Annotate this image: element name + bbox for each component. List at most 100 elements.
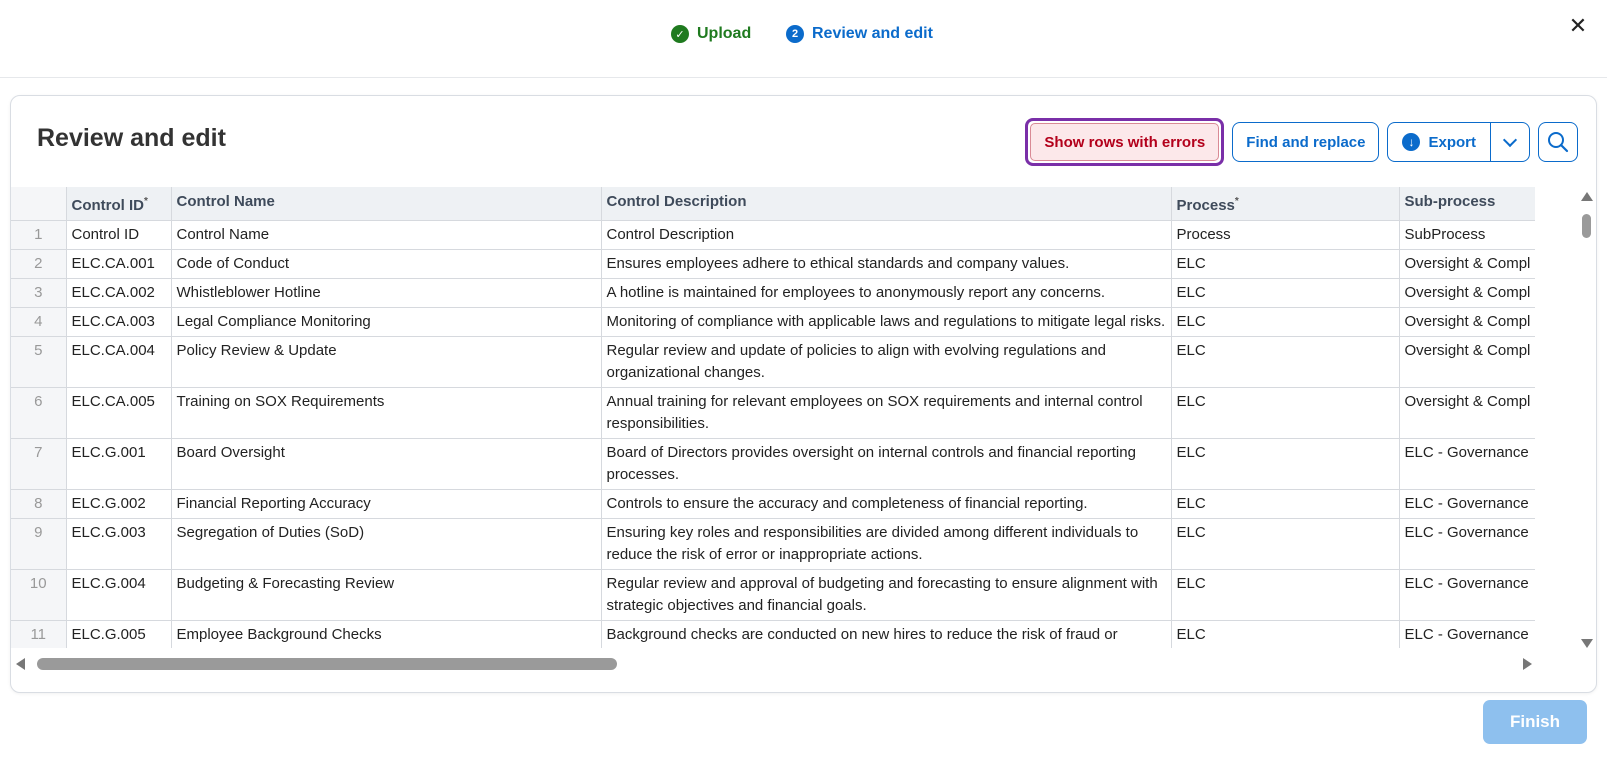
cell-control-id[interactable]: ELC.CA.003 — [66, 307, 172, 337]
stepper-header: ✓ Upload 2 Review and edit ✕ — [0, 0, 1607, 78]
cell-control-description[interactable]: Board of Directors provides oversight on… — [601, 438, 1172, 490]
cell-control-id[interactable]: ELC.G.003 — [66, 518, 172, 570]
cell-process[interactable]: ELC — [1171, 620, 1400, 648]
cell-sub-process[interactable]: Oversight & Compl — [1399, 278, 1535, 308]
find-and-replace-button[interactable]: Find and replace — [1232, 122, 1380, 162]
close-icon[interactable]: ✕ — [1568, 15, 1588, 37]
cell-process[interactable]: ELC — [1171, 336, 1400, 388]
column-header[interactable]: Control Description — [601, 187, 1172, 221]
cell-control-description[interactable]: Regular review and approval of budgeting… — [601, 569, 1172, 621]
scroll-left-icon[interactable] — [16, 658, 25, 670]
table-row[interactable]: 4 ELC.CA.003 Legal Compliance Monitoring Mo… — [11, 307, 1535, 337]
export-button[interactable]: ↓ Export — [1388, 123, 1490, 161]
cell-sub-process[interactable]: ELC - Governance — [1399, 438, 1535, 490]
column-header[interactable]: Process* — [1171, 187, 1400, 221]
cell-sub-process[interactable]: SubProcess — [1399, 220, 1535, 250]
table-row[interactable]: 5 ELC.CA.004 Policy Review & Update Regular… — [11, 336, 1535, 388]
table-row[interactable]: 8 ELC.G.002 Financial Reporting Accuracy Co… — [11, 489, 1535, 519]
cell-control-description[interactable]: Control Description — [601, 220, 1172, 250]
cell-control-description[interactable]: Monitoring of compliance with applicable… — [601, 307, 1172, 337]
cell-control-name[interactable]: Financial Reporting Accuracy — [171, 489, 602, 519]
cell-control-id[interactable]: ELC.G.004 — [66, 569, 172, 621]
cell-control-name[interactable]: Budgeting & Forecasting Review — [171, 569, 602, 621]
row-number: 11 — [11, 620, 67, 648]
toolbar: Show rows with errors Find and replace ↓… — [1025, 118, 1578, 166]
cell-sub-process[interactable]: ELC - Governance — [1399, 518, 1535, 570]
scroll-right-icon[interactable] — [1523, 658, 1532, 670]
cell-sub-process[interactable]: Oversight & Compl — [1399, 249, 1535, 279]
cell-process[interactable]: ELC — [1171, 518, 1400, 570]
table-row[interactable]: 7 ELC.G.001 Board Oversight Board of Direct… — [11, 438, 1535, 490]
chevron-down-icon — [1502, 132, 1518, 147]
cell-control-name[interactable]: Training on SOX Requirements — [171, 387, 602, 439]
export-label: Export — [1428, 133, 1476, 151]
cell-process[interactable]: ELC — [1171, 249, 1400, 279]
cell-control-name[interactable]: Segregation of Duties (SoD) — [171, 518, 602, 570]
data-grid: Control ID* Control Name Control Descrip… — [11, 187, 1535, 648]
step-upload[interactable]: ✓ Upload — [671, 25, 751, 43]
column-header[interactable]: Control Name — [171, 187, 602, 221]
cell-control-name[interactable]: Control Name — [171, 220, 602, 250]
header-row: Control ID* Control Name Control Descrip… — [11, 187, 1535, 221]
table-row[interactable]: 10 ELC.G.004 Budgeting & Forecasting Revie… — [11, 569, 1535, 621]
scroll-thumb[interactable] — [37, 658, 617, 670]
cell-sub-process[interactable]: Oversight & Compl — [1399, 336, 1535, 388]
cell-control-description[interactable]: Ensures employees adhere to ethical stan… — [601, 249, 1172, 279]
cell-sub-process[interactable]: ELC - Governance — [1399, 569, 1535, 621]
column-header[interactable]: Control ID* — [66, 187, 172, 221]
finish-button[interactable]: Finish — [1483, 700, 1587, 744]
search-button[interactable] — [1538, 122, 1578, 162]
row-number-header — [11, 187, 67, 221]
cell-control-name[interactable]: Legal Compliance Monitoring — [171, 307, 602, 337]
cell-control-description[interactable]: Annual training for relevant employees o… — [601, 387, 1172, 439]
scroll-down-icon[interactable] — [1581, 639, 1593, 648]
cell-sub-process[interactable]: ELC - Governance — [1399, 620, 1535, 648]
cell-control-description[interactable]: Controls to ensure the accuracy and comp… — [601, 489, 1172, 519]
cell-process[interactable]: ELC — [1171, 387, 1400, 439]
cell-sub-process[interactable]: ELC - Governance — [1399, 489, 1535, 519]
cell-control-name[interactable]: Whistleblower Hotline — [171, 278, 602, 308]
cell-control-name[interactable]: Code of Conduct — [171, 249, 602, 279]
cell-control-id[interactable]: ELC.CA.005 — [66, 387, 172, 439]
table-row[interactable]: 1 Control ID Control Name Control Descripti… — [11, 220, 1535, 250]
row-number: 7 — [11, 438, 67, 490]
cell-control-description[interactable]: A hotline is maintained for employees to… — [601, 278, 1172, 308]
cell-control-description[interactable]: Regular review and update of policies to… — [601, 336, 1172, 388]
cell-control-name[interactable]: Employee Background Checks — [171, 620, 602, 648]
vertical-scrollbar[interactable] — [1579, 192, 1593, 648]
cell-control-id[interactable]: ELC.CA.004 — [66, 336, 172, 388]
cell-process[interactable]: ELC — [1171, 569, 1400, 621]
cell-sub-process[interactable]: Oversight & Compl — [1399, 387, 1535, 439]
cell-process[interactable]: ELC — [1171, 438, 1400, 490]
export-dropdown-button[interactable] — [1490, 123, 1529, 161]
search-icon — [1548, 132, 1569, 153]
cell-process[interactable]: ELC — [1171, 307, 1400, 337]
export-split-button: ↓ Export — [1387, 122, 1530, 162]
cell-control-description[interactable]: Background checks are conducted on new h… — [601, 620, 1172, 648]
table-row[interactable]: 2 ELC.CA.001 Code of Conduct Ensures employ… — [11, 249, 1535, 279]
horizontal-scrollbar[interactable] — [11, 652, 1535, 676]
cell-control-name[interactable]: Board Oversight — [171, 438, 602, 490]
scroll-up-icon[interactable] — [1581, 192, 1593, 201]
step-review-and-edit[interactable]: 2 Review and edit — [786, 25, 933, 43]
cell-process[interactable]: ELC — [1171, 278, 1400, 308]
table-row[interactable]: 11 ELC.G.005 Employee Background Checks Bac… — [11, 620, 1535, 648]
show-rows-with-errors-button[interactable]: Show rows with errors — [1030, 123, 1220, 161]
cell-process[interactable]: ELC — [1171, 489, 1400, 519]
cell-sub-process[interactable]: Oversight & Compl — [1399, 307, 1535, 337]
cell-control-description[interactable]: Ensuring key roles and responsibilities … — [601, 518, 1172, 570]
table-row[interactable]: 3 ELC.CA.002 Whistleblower Hotline A hotlin… — [11, 278, 1535, 308]
cell-process[interactable]: Process — [1171, 220, 1400, 250]
cell-control-id[interactable]: ELC.G.001 — [66, 438, 172, 490]
row-number: 4 — [11, 307, 67, 337]
cell-control-name[interactable]: Policy Review & Update — [171, 336, 602, 388]
cell-control-id[interactable]: ELC.G.005 — [66, 620, 172, 648]
table-row[interactable]: 9 ELC.G.003 Segregation of Duties (SoD) Ens… — [11, 518, 1535, 570]
cell-control-id[interactable]: ELC.CA.002 — [66, 278, 172, 308]
scroll-thumb[interactable] — [1582, 214, 1591, 238]
cell-control-id[interactable]: ELC.G.002 — [66, 489, 172, 519]
cell-control-id[interactable]: ELC.CA.001 — [66, 249, 172, 279]
table-row[interactable]: 6 ELC.CA.005 Training on SOX Requirements A… — [11, 387, 1535, 439]
cell-control-id[interactable]: Control ID — [66, 220, 172, 250]
column-header[interactable]: Sub-process — [1399, 187, 1535, 221]
